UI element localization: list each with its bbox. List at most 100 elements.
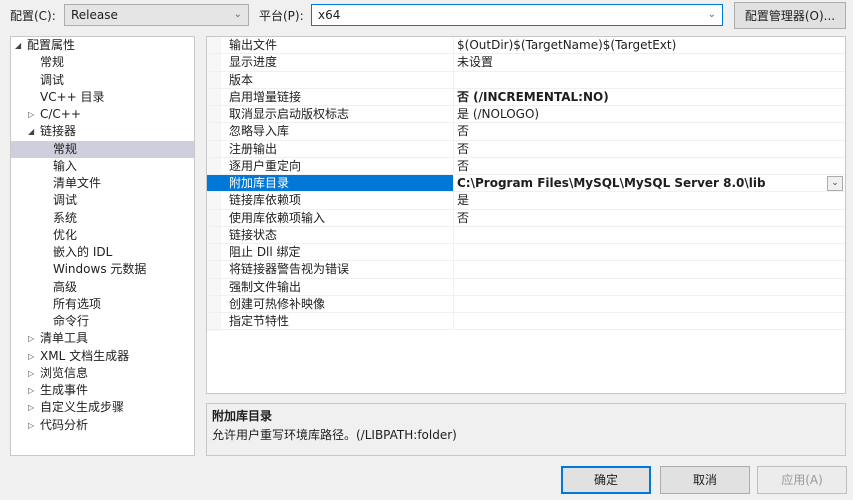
- tree-item[interactable]: ◢ 链接器: [11, 123, 194, 140]
- tree-item[interactable]: 嵌入的 IDL: [11, 244, 194, 261]
- property-value[interactable]: [454, 72, 845, 88]
- description-panel: 附加库目录 允许用户重写环境库路径。(/LIBPATH:folder): [206, 403, 846, 456]
- collapsed-arrow-icon[interactable]: ▷: [28, 348, 34, 365]
- tree-item-label: 浏览信息: [40, 365, 89, 380]
- property-value[interactable]: [454, 261, 845, 277]
- property-value[interactable]: [454, 227, 845, 243]
- tree-item[interactable]: 常规: [11, 54, 194, 71]
- property-row[interactable]: 阻止 Dll 绑定: [207, 244, 845, 262]
- property-name: 附加库目录: [207, 175, 454, 192]
- config-value: Release: [71, 8, 118, 22]
- tree-item-label: 常规: [53, 141, 78, 156]
- tree-item[interactable]: 高级: [11, 279, 194, 296]
- property-name: 注册输出: [207, 140, 454, 157]
- tree-item-label: 调试: [40, 72, 65, 87]
- tree-item[interactable]: ◢ 配置属性: [11, 37, 194, 54]
- property-name: 忽略导入库: [207, 123, 454, 140]
- property-value[interactable]: 是: [454, 192, 845, 208]
- property-row[interactable]: 强制文件输出: [207, 278, 845, 296]
- property-name: 链接库依赖项: [207, 192, 454, 209]
- property-row[interactable]: 链接库依赖项是: [207, 192, 845, 210]
- tree-item[interactable]: 调试: [11, 192, 194, 209]
- property-row[interactable]: 启用增量链接否 (/INCREMENTAL:NO): [207, 88, 845, 106]
- tree-item[interactable]: ▷ C/C++: [11, 106, 194, 123]
- tree-item-label: 清单工具: [40, 331, 89, 346]
- expanded-arrow-icon[interactable]: ◢: [28, 123, 34, 140]
- tree-item[interactable]: 所有选项: [11, 296, 194, 313]
- property-row[interactable]: 指定节特性: [207, 313, 845, 331]
- tree-item[interactable]: 清单文件: [11, 175, 194, 192]
- ok-button[interactable]: 确定: [561, 466, 651, 494]
- tree-item[interactable]: VC++ 目录: [11, 89, 194, 106]
- property-value[interactable]: 是 (/NOLOGO): [454, 106, 845, 122]
- property-row[interactable]: 版本: [207, 71, 845, 89]
- tree-item-label: 高级: [53, 279, 78, 294]
- tree-item[interactable]: 常规: [11, 140, 194, 158]
- property-row[interactable]: 将链接器警告视为错误: [207, 261, 845, 279]
- collapsed-arrow-icon[interactable]: ▷: [28, 382, 34, 399]
- expanded-arrow-icon[interactable]: ◢: [15, 37, 21, 54]
- property-value[interactable]: [454, 296, 845, 312]
- collapsed-arrow-icon[interactable]: ▷: [28, 399, 34, 416]
- apply-button[interactable]: 应用(A): [757, 466, 847, 494]
- tree-item[interactable]: ▷ 自定义生成步骤: [11, 399, 194, 416]
- collapsed-arrow-icon[interactable]: ▷: [28, 365, 34, 382]
- tree-item[interactable]: 调试: [11, 72, 194, 89]
- property-row[interactable]: 显示进度 未设置: [207, 54, 845, 72]
- chevron-down-icon: ⌄: [233, 9, 242, 20]
- property-name: 启用增量链接: [207, 88, 454, 105]
- property-value[interactable]: C:\Program Files\MySQL\MySQL Server 8.0\…: [454, 175, 845, 191]
- property-name: 强制文件输出: [207, 278, 454, 295]
- property-row[interactable]: 输出文件 $(OutDir)$(TargetName)$(TargetExt): [207, 37, 845, 55]
- tree-item[interactable]: ▷ 浏览信息: [11, 365, 194, 382]
- collapsed-arrow-icon[interactable]: ▷: [28, 106, 34, 123]
- tree-item[interactable]: ▷ XML 文档生成器: [11, 348, 194, 365]
- collapsed-arrow-icon[interactable]: ▷: [28, 417, 34, 434]
- collapsed-arrow-icon[interactable]: ▷: [28, 330, 34, 347]
- chevron-down-icon[interactable]: ⌄: [827, 176, 843, 191]
- tree-item[interactable]: ▷ 代码分析: [11, 417, 194, 434]
- property-row[interactable]: 附加库目录 C:\Program Files\MySQL\MySQL Server…: [207, 175, 845, 193]
- platform-dropdown[interactable]: x64 ⌄: [311, 4, 723, 26]
- property-row[interactable]: 逐用户重定向否: [207, 157, 845, 175]
- property-value[interactable]: $(OutDir)$(TargetName)$(TargetExt): [454, 37, 845, 53]
- tree-item-label: 清单文件: [53, 176, 102, 190]
- config-dropdown[interactable]: Release ⌄: [64, 4, 249, 26]
- tree-item-label: 代码分析: [40, 417, 89, 432]
- property-name: 链接状态: [207, 226, 454, 243]
- tree-item-label: 输入: [53, 158, 78, 173]
- tree-item-label: 所有选项: [53, 296, 102, 311]
- property-name: 版本: [207, 71, 454, 88]
- tree-item[interactable]: 系统: [11, 210, 194, 227]
- property-value[interactable]: 否: [454, 123, 845, 139]
- chevron-down-icon: ⌄: [707, 9, 716, 20]
- property-row[interactable]: 忽略导入库否: [207, 123, 845, 141]
- property-value[interactable]: [454, 244, 845, 260]
- tree-item-label: 配置属性: [27, 38, 76, 52]
- tree-item[interactable]: 优化: [11, 227, 194, 244]
- property-row[interactable]: 链接状态: [207, 226, 845, 244]
- property-row[interactable]: 取消显示启动版权标志是 (/NOLOGO): [207, 106, 845, 124]
- property-name: 输出文件: [207, 37, 454, 54]
- tree-item[interactable]: ▷ 清单工具: [11, 330, 194, 347]
- property-value[interactable]: [454, 313, 845, 329]
- property-value[interactable]: 否: [454, 141, 845, 157]
- property-value[interactable]: 否: [454, 210, 845, 226]
- property-value[interactable]: 否 (/INCREMENTAL:NO): [454, 89, 845, 105]
- tree-item-label: XML 文档生成器: [40, 348, 130, 363]
- property-row[interactable]: 使用库依赖项输入否: [207, 209, 845, 227]
- cancel-button[interactable]: 取消: [660, 466, 750, 494]
- property-value[interactable]: 否: [454, 158, 845, 174]
- property-value[interactable]: [454, 279, 845, 295]
- property-row[interactable]: 创建可热修补映像: [207, 295, 845, 313]
- tree-item-label: 生成事件: [40, 383, 89, 397]
- property-row[interactable]: 注册输出否: [207, 140, 845, 158]
- tree-item[interactable]: 命令行: [11, 313, 194, 330]
- tree-item-label: 自定义生成步骤: [40, 400, 125, 415]
- tree-item[interactable]: Windows 元数据: [11, 261, 194, 278]
- tree-item[interactable]: 输入: [11, 158, 194, 175]
- property-name: 将链接器警告视为错误: [207, 261, 454, 278]
- config-manager-button[interactable]: 配置管理器(O)...: [734, 2, 846, 29]
- tree-item[interactable]: ▷ 生成事件: [11, 382, 194, 399]
- property-value[interactable]: 未设置: [454, 54, 845, 70]
